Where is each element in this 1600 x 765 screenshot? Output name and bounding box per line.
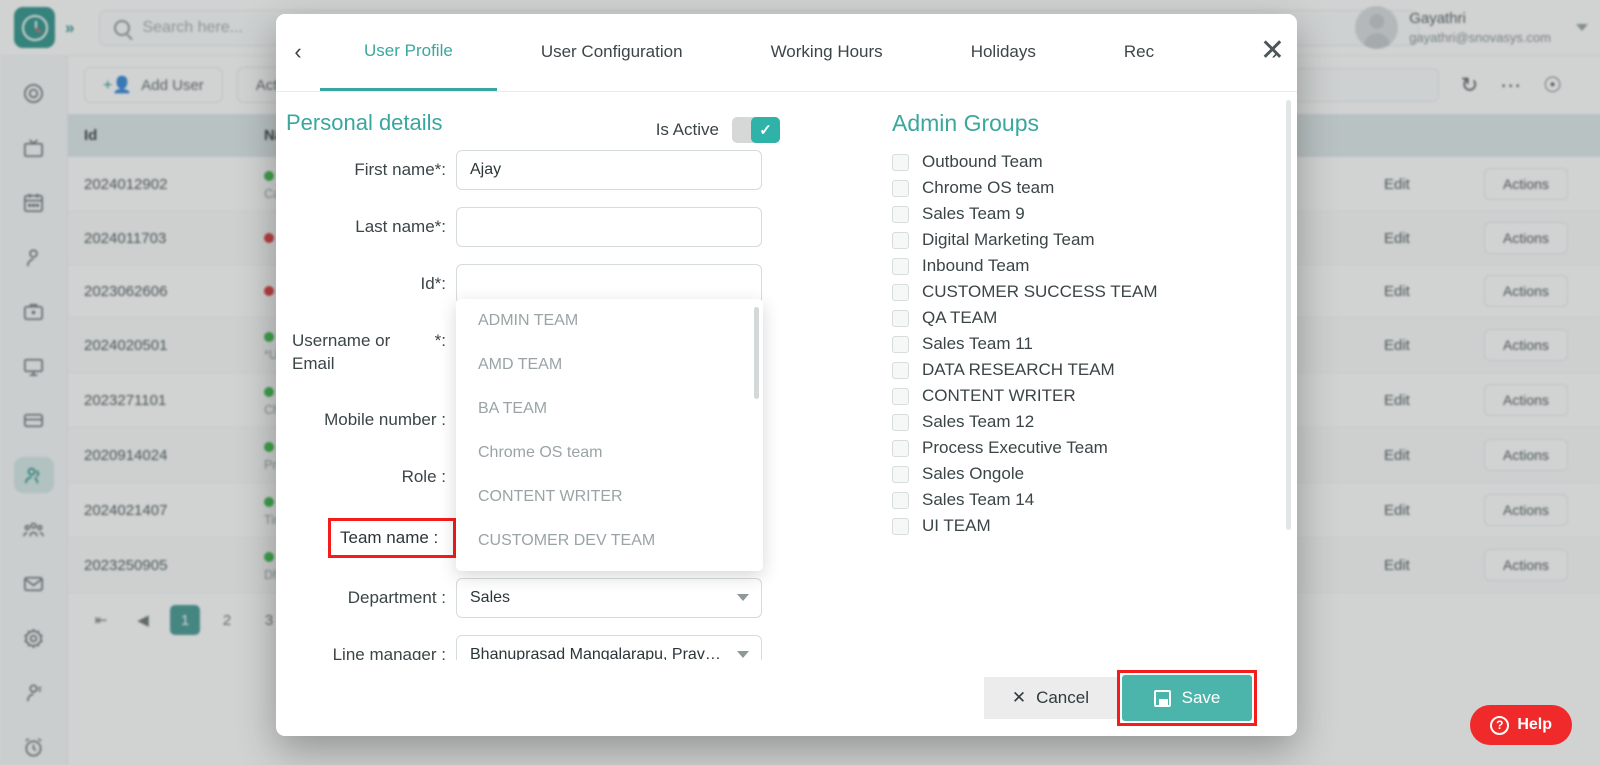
tab-user-profile[interactable]: User Profile: [320, 14, 497, 91]
admin-group-item[interactable]: Chrome OS team: [892, 175, 1271, 201]
checkbox-icon[interactable]: [892, 388, 909, 405]
modal-scrollbar[interactable]: [1286, 100, 1291, 650]
tab-working-hours[interactable]: Working Hours: [727, 14, 927, 91]
department-value: Sales: [470, 589, 510, 607]
autocomplete-option[interactable]: CONTENT WRITER: [456, 475, 763, 519]
checkbox-icon[interactable]: [892, 206, 909, 223]
admin-group-item[interactable]: Digital Marketing Team: [892, 227, 1271, 253]
admin-group-item[interactable]: Sales Ongole: [892, 461, 1271, 487]
checkbox-icon[interactable]: [892, 440, 909, 457]
personal-details-section: Personal details Is Active ✓ First name*…: [286, 110, 786, 660]
role-label: Role :: [286, 457, 456, 489]
line-manager-value: Bhanuprasad Mangalarapu, Pravee…: [470, 646, 722, 660]
checkbox-icon[interactable]: [892, 362, 909, 379]
first-name-label: First name*:: [286, 150, 456, 182]
check-icon: ✓: [751, 117, 780, 143]
x-icon: ✕: [1012, 688, 1026, 708]
checkbox-icon[interactable]: [892, 154, 909, 171]
save-button-highlight: Save: [1117, 670, 1257, 726]
first-name-value: Ajay: [470, 161, 501, 179]
help-circle-icon: ?: [1490, 716, 1509, 735]
admin-group-item[interactable]: Process Executive Team: [892, 435, 1271, 461]
field-department: Department : Sales: [286, 578, 786, 618]
tab-recordings[interactable]: Rec: [1080, 14, 1198, 91]
checkbox-icon[interactable]: [892, 492, 909, 509]
admin-group-item[interactable]: Inbound Team: [892, 253, 1271, 279]
autocomplete-option[interactable]: ADMIN TEAM: [456, 299, 763, 343]
user-profile-modal: ‹ User Profile User Configuration Workin…: [276, 14, 1297, 736]
checkbox-icon[interactable]: [892, 336, 909, 353]
is-active-field[interactable]: Is Active ✓: [656, 117, 780, 143]
dropdown-scrollbar[interactable]: [754, 307, 759, 399]
admin-group-item[interactable]: Sales Team 11: [892, 331, 1271, 357]
autocomplete-option[interactable]: AMD TEAM: [456, 343, 763, 387]
section-title: Personal details: [286, 110, 443, 136]
checkbox-icon[interactable]: [892, 284, 909, 301]
mobile-number-label: Mobile number :: [286, 400, 456, 432]
admin-group-item[interactable]: Sales Team 14: [892, 487, 1271, 513]
admin-group-item[interactable]: Sales Team 9: [892, 201, 1271, 227]
chevron-down-icon: [737, 594, 749, 601]
team-name-label: Team name :: [328, 518, 456, 558]
is-active-label: Is Active: [656, 120, 719, 140]
save-label: Save: [1182, 688, 1221, 708]
admin-group-item[interactable]: DATA RESEARCH TEAM: [892, 357, 1271, 383]
help-fab-button[interactable]: ? Help: [1470, 705, 1572, 745]
line-manager-select[interactable]: Bhanuprasad Mangalarapu, Pravee…: [456, 635, 762, 660]
autocomplete-option[interactable]: CUSTOMER DEV TEAM: [456, 519, 763, 563]
admin-group-item[interactable]: UI TEAM: [892, 513, 1271, 539]
checkbox-icon[interactable]: [892, 518, 909, 535]
tabs-scroll: User Profile User Configuration Working …: [320, 14, 1253, 91]
autocomplete-option[interactable]: BA TEAM: [456, 387, 763, 431]
chevron-down-icon: [737, 651, 749, 658]
modal-footer: ✕ Cancel Save: [276, 660, 1297, 736]
is-active-toggle[interactable]: ✓: [732, 117, 780, 143]
checkbox-icon[interactable]: [892, 414, 909, 431]
field-first-name: First name*: Ajay: [286, 150, 786, 190]
admin-groups-title: Admin Groups: [892, 110, 1271, 137]
username-email-label: Username or Email*:: [286, 321, 456, 376]
help-fab-label: Help: [1517, 716, 1552, 734]
floppy-disk-icon: [1154, 690, 1171, 707]
personal-details-header: Personal details Is Active ✓: [286, 110, 786, 150]
chevron-left-icon[interactable]: ‹: [276, 14, 320, 91]
id-input[interactable]: [456, 264, 762, 304]
admin-groups-section: Admin Groups Outbound Team Chrome OS tea…: [786, 110, 1271, 660]
last-name-input[interactable]: [456, 207, 762, 247]
admin-group-item[interactable]: Sales Team 12: [892, 409, 1271, 435]
cancel-button[interactable]: ✕ Cancel: [984, 677, 1117, 719]
team-name-autocomplete-dropdown[interactable]: ADMIN TEAM AMD TEAM BA TEAM Chrome OS te…: [456, 299, 763, 571]
checkbox-icon[interactable]: [892, 310, 909, 327]
department-label: Department :: [286, 578, 456, 610]
modal-tabs: ‹ User Profile User Configuration Workin…: [276, 14, 1297, 92]
admin-group-item[interactable]: Outbound Team: [892, 149, 1271, 175]
checkbox-icon[interactable]: [892, 466, 909, 483]
modal-body: Personal details Is Active ✓ First name*…: [276, 92, 1297, 660]
admin-group-item[interactable]: CUSTOMER SUCCESS TEAM: [892, 279, 1271, 305]
admin-group-item[interactable]: CONTENT WRITER: [892, 383, 1271, 409]
scrollbar-thumb[interactable]: [1286, 100, 1291, 530]
checkbox-icon[interactable]: [892, 258, 909, 275]
checkbox-icon[interactable]: [892, 232, 909, 249]
autocomplete-option[interactable]: Chrome OS team: [456, 431, 763, 475]
tab-holidays[interactable]: Holidays: [927, 14, 1080, 91]
admin-groups-list: Outbound Team Chrome OS team Sales Team …: [892, 149, 1271, 565]
checkbox-icon[interactable]: [892, 180, 909, 197]
field-id: Id*:: [286, 264, 786, 304]
id-label: Id*:: [286, 264, 456, 296]
save-button[interactable]: Save: [1122, 675, 1252, 721]
line-manager-label: Line manager :: [286, 635, 456, 660]
first-name-input[interactable]: Ajay: [456, 150, 762, 190]
last-name-label: Last name*:: [286, 207, 456, 239]
admin-group-item[interactable]: QA TEAM: [892, 305, 1271, 331]
close-icon[interactable]: ✕: [1260, 36, 1285, 66]
field-line-manager: Line manager : Bhanuprasad Mangalarapu, …: [286, 635, 786, 660]
department-select[interactable]: Sales: [456, 578, 762, 618]
cancel-label: Cancel: [1036, 688, 1089, 708]
field-last-name: Last name*:: [286, 207, 786, 247]
tab-user-configuration[interactable]: User Configuration: [497, 14, 727, 91]
